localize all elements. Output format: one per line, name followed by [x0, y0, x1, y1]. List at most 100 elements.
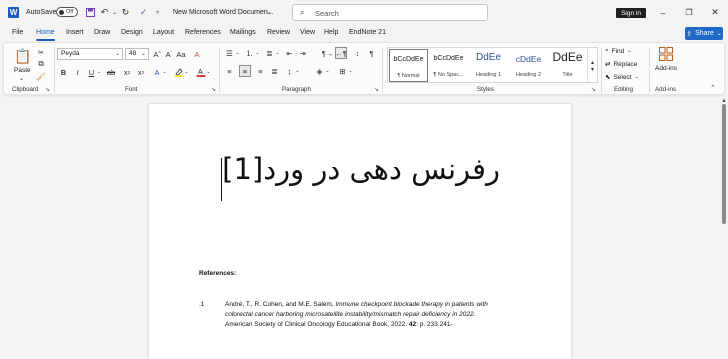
- sign-in-button[interactable]: Sign in: [616, 8, 646, 18]
- subscript-icon[interactable]: x2: [122, 67, 132, 77]
- align-right-icon[interactable]: ≡: [255, 66, 266, 76]
- tab-file[interactable]: File: [12, 29, 23, 36]
- chevron-down-icon[interactable]: ⌄: [255, 48, 260, 58]
- tab-review[interactable]: Review: [267, 29, 290, 36]
- align-center-icon[interactable]: ≡: [239, 65, 251, 77]
- chevron-down-icon[interactable]: ⌄: [184, 67, 189, 77]
- chevron-down-icon[interactable]: ⌄: [348, 66, 353, 76]
- text-cursor: [221, 158, 222, 201]
- clipboard-group-label: Clipboard: [12, 86, 39, 93]
- style-normal[interactable]: bCcDdEe ¶ Normal: [389, 49, 428, 82]
- group-divider: [649, 47, 650, 93]
- shrink-font-icon[interactable]: Aˇ: [164, 49, 174, 59]
- cut-icon[interactable]: ✂: [36, 47, 46, 57]
- add-ins-button-label[interactable]: Add-ins: [655, 65, 677, 72]
- find-button[interactable]: ⌕ Find ⌄: [605, 46, 632, 56]
- active-tab-indicator: [36, 39, 55, 41]
- chevron-down-icon[interactable]: ⌄: [325, 66, 330, 76]
- add-ins-icon[interactable]: [658, 46, 674, 62]
- copy-icon[interactable]: ⧉: [36, 59, 46, 69]
- strikethrough-icon[interactable]: ab: [106, 67, 116, 77]
- line-spacing-icon[interactable]: ↨: [284, 66, 295, 76]
- style-heading-2[interactable]: cDdEe Heading 2: [509, 49, 548, 82]
- tab-references[interactable]: References: [185, 29, 221, 36]
- increase-indent-icon[interactable]: ⇥: [297, 48, 308, 58]
- align-left-icon[interactable]: ≡: [224, 66, 235, 76]
- style-no-spacing[interactable]: bCcDdEe ¶ No Spac...: [429, 49, 468, 82]
- select-button[interactable]: ⬉ Select ⌄: [605, 72, 639, 82]
- tab-view[interactable]: View: [300, 29, 315, 36]
- scrollbar-thumb[interactable]: [722, 104, 726, 224]
- highlight-color-icon[interactable]: [174, 67, 184, 77]
- multilevel-list-icon[interactable]: ≣: [264, 48, 275, 58]
- chevron-down-icon[interactable]: ⌄: [162, 67, 167, 77]
- dialog-launcher-icon[interactable]: ↘: [374, 86, 379, 93]
- undo-dropdown-icon[interactable]: ⌄: [109, 7, 120, 18]
- replace-button[interactable]: ⇄ Replace: [605, 59, 637, 69]
- show-formatting-icon[interactable]: ¶: [366, 48, 377, 58]
- chevron-down-icon[interactable]: ⌄: [275, 48, 280, 58]
- redo-icon[interactable]: ↻: [120, 7, 131, 18]
- minimize-icon[interactable]: –: [656, 6, 670, 19]
- restore-icon[interactable]: ❐: [682, 6, 696, 19]
- font-size-select[interactable]: 48 ⌄: [125, 48, 149, 60]
- spelling-icon[interactable]: ✓: [138, 7, 149, 18]
- tab-layout[interactable]: Layout: [153, 29, 174, 36]
- chevron-down-icon[interactable]: ⌄: [19, 75, 24, 82]
- clear-formatting-icon[interactable]: A: [192, 49, 202, 59]
- numbering-icon[interactable]: ⒈: [244, 48, 255, 58]
- tab-help[interactable]: Help: [324, 29, 338, 36]
- change-case-icon[interactable]: Aa: [176, 49, 186, 59]
- collapse-ribbon-icon[interactable]: ⌃: [710, 84, 716, 92]
- shading-icon[interactable]: ◈: [314, 66, 325, 76]
- tab-home[interactable]: Home: [36, 29, 55, 36]
- tab-mailings[interactable]: Mailings: [230, 29, 256, 36]
- decrease-indent-icon[interactable]: ⇤: [284, 48, 295, 58]
- document-title[interactable]: New Microsoft Word Documen...: [173, 9, 274, 16]
- customize-qat-icon[interactable]: ▿: [152, 7, 163, 18]
- share-label: Share: [695, 30, 714, 37]
- font-color-icon[interactable]: A: [196, 67, 206, 77]
- style-heading-1[interactable]: DdEe Heading 1: [469, 49, 508, 82]
- font-name-select[interactable]: Peyda ⌄: [57, 48, 123, 60]
- bullets-icon[interactable]: ☰: [224, 48, 235, 58]
- toggle-knob: [59, 10, 64, 15]
- format-painter-icon[interactable]: 🖌: [36, 71, 46, 81]
- italic-icon[interactable]: I: [73, 67, 82, 77]
- close-icon[interactable]: ✕: [708, 6, 722, 19]
- sort-icon[interactable]: ↕: [352, 48, 363, 58]
- document-heading[interactable]: رفرنس دهی در ورد[1]: [220, 152, 500, 197]
- tab-design[interactable]: Design: [121, 29, 143, 36]
- rtl-direction-icon[interactable]: ←¶: [335, 47, 347, 59]
- dialog-launcher-icon[interactable]: ↘: [45, 86, 50, 93]
- share-button[interactable]: ⇪ Share ⌄: [685, 27, 723, 40]
- styles-group-label: Styles: [477, 86, 494, 93]
- autosave-toggle[interactable]: Off: [56, 7, 78, 17]
- tab-endnote[interactable]: EndNote 21: [349, 29, 386, 36]
- grow-font-icon[interactable]: A ^: [152, 49, 162, 59]
- underline-icon[interactable]: U: [87, 67, 96, 77]
- chevron-down-icon[interactable]: ⌄: [266, 8, 272, 16]
- dialog-launcher-icon[interactable]: ↘: [211, 86, 216, 93]
- chevron-down-icon[interactable]: ⌄: [96, 67, 102, 77]
- dialog-launcher-icon[interactable]: ↘: [591, 86, 596, 93]
- bold-icon[interactable]: B: [59, 67, 68, 77]
- chevron-down-icon[interactable]: ⌄: [295, 66, 300, 76]
- justify-icon[interactable]: ≣: [269, 66, 280, 76]
- search-input[interactable]: ⌕ Search: [292, 4, 488, 21]
- style-sample: DdEe: [475, 52, 501, 63]
- text-effects-icon[interactable]: A: [152, 67, 162, 77]
- paste-icon[interactable]: 📋: [14, 47, 32, 65]
- ltr-direction-icon[interactable]: ¶→: [322, 48, 334, 58]
- superscript-icon[interactable]: x2: [136, 67, 146, 77]
- paste-label[interactable]: Paste: [14, 67, 31, 74]
- borders-icon[interactable]: ⊞: [337, 66, 348, 76]
- chevron-down-icon[interactable]: ⌄: [206, 67, 211, 77]
- save-icon[interactable]: [85, 7, 96, 18]
- styles-more-icon[interactable]: ▴ ▾: [587, 49, 597, 82]
- tab-draw[interactable]: Draw: [94, 29, 110, 36]
- tab-insert[interactable]: Insert: [66, 29, 84, 36]
- style-name: Title: [562, 72, 573, 78]
- style-title[interactable]: DdEe Title: [548, 49, 587, 82]
- chevron-down-icon[interactable]: ⌄: [235, 48, 240, 58]
